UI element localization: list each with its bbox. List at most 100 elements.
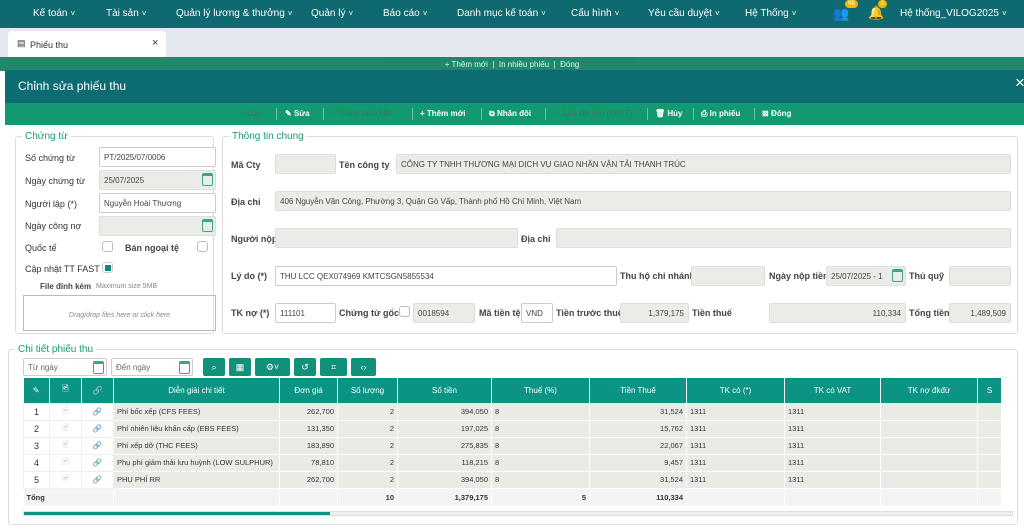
cap-nhat-fast-checkbox[interactable] — [102, 262, 113, 273]
col-tk-no-dkdu[interactable]: TK nợ đkđừ — [880, 378, 978, 403]
nguoi-nop-input[interactable] — [275, 228, 518, 248]
ban-ngoai-te-checkbox[interactable] — [197, 241, 208, 252]
ngay-cong-no-input[interactable] — [99, 216, 216, 236]
col-tk-co[interactable]: TK có (*) — [686, 378, 785, 403]
ngay-chung-tu-input[interactable]: 25/07/2025 — [99, 170, 216, 190]
modal-close-icon[interactable]: × — [1015, 73, 1024, 93]
image-icon[interactable]: 🖻 — [49, 453, 82, 472]
table-row[interactable]: 4 🖻 🔗 Phụ phí giảm thải lưu huỳnh (LOW SULP… — [23, 453, 1002, 472]
row-number: 3 — [23, 436, 50, 455]
crop-button[interactable]: ⌗ — [320, 358, 347, 376]
tien-truoc-thue-input[interactable]: 1,379,175 — [620, 303, 689, 323]
label-tien-thue: Tiền thuế — [692, 308, 732, 318]
row-number: 5 — [23, 470, 50, 489]
to-date-input[interactable]: Đến ngày — [111, 358, 193, 376]
nav-cau-hinh[interactable]: Cấu hình ˅ — [571, 8, 619, 19]
pay-invoice-button[interactable]: ▫ Thanh toán HĐ — [332, 109, 391, 118]
chung-tu-goc-input[interactable]: 0018594 — [413, 303, 475, 323]
image-icon[interactable]: 🖻 — [49, 470, 82, 489]
refresh-button[interactable]: ↺ — [294, 358, 316, 376]
dia-chi-input[interactable]: 406 Nguyễn Văn Công, Phường 3, Quận Gò V… — [275, 191, 1011, 211]
ly-do-input[interactable]: THU LCC QEX074969 KMTCSGN5855534 — [275, 266, 617, 286]
scrollbar-thumb[interactable] — [24, 512, 331, 515]
col-tk-co-vat[interactable]: TK có VAT — [784, 378, 881, 403]
table-row[interactable]: 3 🖻 🔗 Phí xếp dỡ (THC FEES) 183,890 2 275,835 8… — [23, 436, 1002, 455]
image-icon[interactable]: 🖻 — [49, 436, 82, 455]
file-drop-zone[interactable]: Drag/drop files here or click here — [23, 295, 216, 331]
link-icon[interactable]: 🔗 — [81, 470, 114, 489]
cell-dien-giai: Phụ phí giảm thải lưu huỳnh (LOW SULPHUR… — [113, 454, 280, 472]
cell-so-tien: 118,215 — [397, 454, 492, 472]
calendar-button[interactable]: ▦ — [229, 358, 251, 376]
settings-dropdown-button[interactable]: ⚙˅ — [255, 358, 290, 376]
cell-so-luong: 2 — [337, 471, 398, 489]
user-menu[interactable]: Hệ thống_VILOG2025 ˅ — [900, 8, 1007, 19]
group-icon[interactable]: 👥 — [833, 6, 849, 22]
link-icon[interactable]: 🔗 — [81, 436, 114, 455]
add-button[interactable]: + Thêm mới — [420, 109, 465, 118]
nav-quan-ly[interactable]: Quản lý ˅ — [311, 8, 353, 19]
col-so-luong[interactable]: Số lượng — [337, 378, 398, 403]
col-thue[interactable]: Thuế (%) — [491, 378, 590, 403]
save-label: Lưu — [247, 109, 262, 118]
edit-button[interactable]: ✎ Sửa — [285, 109, 310, 118]
thu-quy-input[interactable] — [949, 266, 1011, 286]
print-button[interactable]: ⎙ In phiếu — [701, 109, 740, 119]
tab-close-icon[interactable]: × — [152, 37, 158, 49]
cell-so-tien: 197,025 — [397, 420, 492, 438]
ngay-nop-input[interactable]: 25/07/2025 - 1 — [826, 266, 906, 286]
col-don-gia[interactable]: Đơn giá — [279, 378, 338, 403]
code-button[interactable]: ‹› — [351, 358, 376, 376]
modal-header: Chỉnh sửa phiếu thu × — [5, 70, 1024, 103]
col-so-tien[interactable]: Số tiền — [397, 378, 492, 403]
nav-ke-toan[interactable]: Kế toán ˅ — [33, 8, 75, 19]
calendar-icon[interactable] — [202, 219, 213, 232]
calendar-icon[interactable] — [892, 269, 903, 282]
nav-bao-cao[interactable]: Báo cáo ˅ — [383, 8, 427, 19]
dia-chi-2-input[interactable] — [556, 228, 1011, 248]
calendar-icon[interactable] — [93, 361, 104, 374]
ma-tien-te-input[interactable]: VND — [521, 303, 553, 323]
table-row[interactable]: 5 🖻 🔗 PHỤ PHÍ RR 262,700 2 394,050 8 31,524 1311 1… — [23, 470, 1002, 489]
table-row[interactable]: 1 🖻 🔗 Phí bốc xếp (CFS FEES) 262,700 2 394,050… — [23, 402, 1002, 421]
cell-tk-no-dkdu — [880, 437, 978, 455]
quoc-te-checkbox[interactable] — [102, 241, 113, 252]
ma-cty-input[interactable] — [275, 154, 336, 174]
image-icon[interactable]: 🖻 — [49, 419, 82, 438]
image-icon[interactable]: 🖻 — [49, 402, 82, 421]
tien-thue-input[interactable]: 110,334 — [769, 303, 906, 323]
cell-tien-thue: 31,524 — [589, 403, 687, 421]
table-row[interactable]: 2 🖻 🔗 Phí nhiên liệu khẩn cấp (EBS FEES) 131… — [23, 419, 1002, 438]
chung-tu-goc-checkbox[interactable] — [399, 306, 410, 317]
link-icon[interactable]: 🔗 — [81, 419, 114, 438]
calendar-icon[interactable] — [179, 361, 190, 374]
close-button[interactable]: ⊠ Đóng — [762, 109, 791, 118]
horizontal-scrollbar[interactable] — [23, 511, 1013, 516]
tab-phieu-thu[interactable]: ▤ Phiếu thu × — [8, 31, 166, 57]
nav-yeu-cau[interactable]: Yêu cầu duyệt ˅ — [648, 8, 720, 19]
col-s[interactable]: S — [977, 378, 1002, 403]
nav-tai-san[interactable]: Tài sản ˅ — [106, 8, 146, 19]
link-icon[interactable]: 🔗 — [81, 453, 114, 472]
so-chung-tu-input[interactable]: PT/2025/07/0006 — [99, 147, 216, 167]
thu-ho-input[interactable] — [691, 266, 765, 286]
cancel-button[interactable]: 🗑 Hủy — [655, 109, 683, 118]
nav-label: Quản lý — [311, 8, 346, 19]
nguoi-lap-input[interactable]: Nguyễn Hoài Thương — [99, 193, 216, 213]
ten-cty-input[interactable]: CÔNG TY TNHH THƯƠNG MẠI DỊCH VỤ GIAO NHẬ… — [396, 154, 1011, 174]
calendar-icon[interactable] — [202, 173, 213, 186]
link-icon[interactable]: 🔗 — [81, 402, 114, 421]
cell-so-tien: 275,835 — [397, 437, 492, 455]
nav-he-thong[interactable]: Hệ Thống ˅ — [745, 8, 796, 19]
tk-no-input[interactable]: 111101 — [275, 303, 336, 323]
duplicate-button[interactable]: ⧉ Nhân đôi — [489, 109, 531, 119]
nav-danh-muc[interactable]: Danh mục kế toán ˅ — [457, 8, 546, 19]
col-tien-thue[interactable]: Tiền Thuế — [589, 378, 687, 403]
from-date-input[interactable]: Từ ngày — [23, 358, 107, 376]
col-dien-giai[interactable]: Diễn giải chi tiết — [113, 378, 280, 403]
link-fast-button[interactable]: ✓ Link dữ liệu (FAST) — [554, 109, 632, 118]
search-button[interactable]: ⌕ — [203, 358, 225, 376]
nav-luong[interactable]: Quản lý lương & thưởng ˅ — [176, 8, 292, 19]
tong-tien-input[interactable]: 1,489,509 — [949, 303, 1011, 323]
save-button[interactable]: ▫ Lưu — [242, 109, 261, 118]
